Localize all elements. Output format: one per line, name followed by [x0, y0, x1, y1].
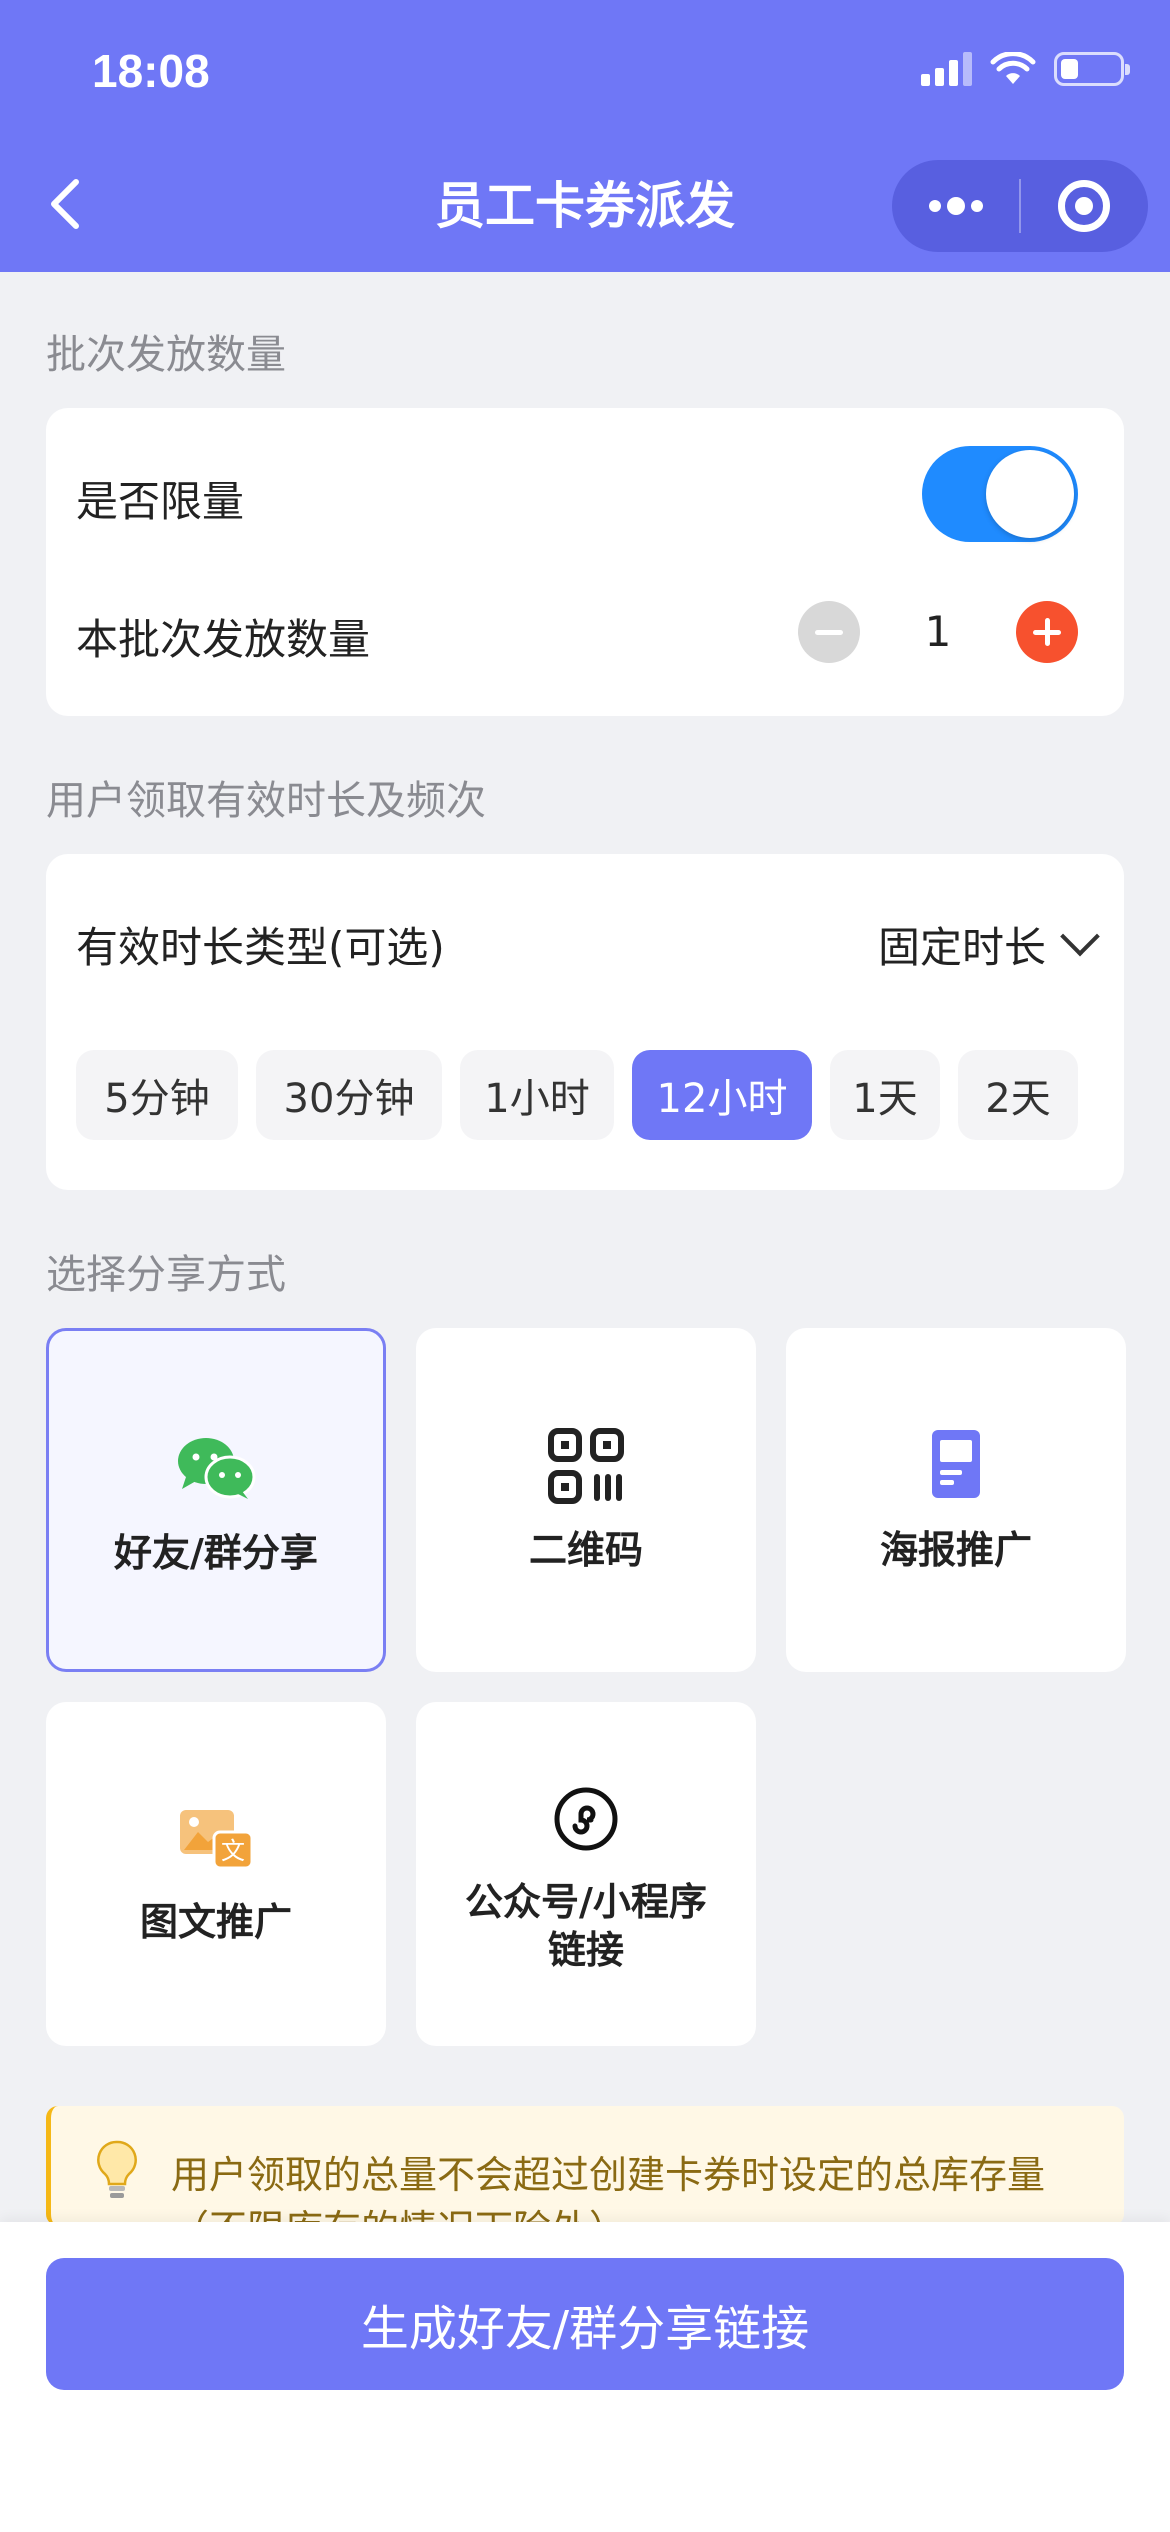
batch-card: 是否限量 本批次发放数量 1 — [46, 408, 1124, 716]
quantity-increment-button[interactable] — [1016, 601, 1078, 663]
more-button[interactable] — [892, 160, 1019, 252]
status-time: 18:08 — [92, 45, 210, 97]
share-option-image-text[interactable]: 文 图文推广 — [46, 1702, 386, 2046]
validity-type-value: 固定时长 — [877, 923, 1046, 972]
svg-text:文: 文 — [221, 1837, 245, 1865]
duration-chip-1h[interactable]: 1小时 — [460, 1050, 614, 1140]
image-text-icon: 文 — [180, 1810, 254, 1870]
duration-chip-30min[interactable]: 30分钟 — [256, 1050, 442, 1140]
section-title-batch: 批次发放数量 — [46, 332, 286, 378]
generate-share-link-button[interactable]: 生成好友/群分享链接 — [46, 2258, 1124, 2390]
close-miniprogram-button[interactable] — [1021, 160, 1148, 252]
limit-label: 是否限量 — [76, 477, 245, 526]
mini-program-capsule — [892, 160, 1148, 252]
share-option-label: 图文推广 — [139, 1900, 292, 1944]
validity-type-dropdown[interactable]: 固定时长 — [877, 914, 1100, 975]
duration-chip-2d[interactable]: 2天 — [958, 1050, 1078, 1140]
status-icons — [921, 52, 1130, 86]
duration-chip-1d[interactable]: 1天 — [830, 1050, 940, 1140]
tip-text: 用户领取的总量不会超过创建卡券时设定的总库存量（不限库存的情况下除外） — [171, 2153, 1046, 2226]
validity-card: 有效时长类型(可选) 固定时长 5分钟 30分钟 1小时 12小时 1天 2天 — [46, 854, 1124, 1190]
share-option-poster[interactable]: 海报推广 — [786, 1328, 1126, 1672]
duration-chip-12h[interactable]: 12小时 — [632, 1050, 812, 1140]
toggle-knob — [986, 450, 1074, 538]
share-option-label: 好友/群分享 — [114, 1531, 318, 1575]
tip-banner: 用户领取的总量不会超过创建卡券时设定的总库存量（不限库存的情况下除外） — [46, 2106, 1124, 2226]
quantity-label: 本批次发放数量 — [76, 615, 371, 664]
share-option-label: 二维码 — [528, 1528, 643, 1572]
more-dots-icon — [928, 197, 983, 215]
header: 18:08 员工卡券派发 — [0, 0, 1170, 272]
share-option-label: 公众号/小程序链接 — [465, 1880, 707, 1972]
poster-icon — [932, 1430, 980, 1498]
duration-chip-5min[interactable]: 5分钟 — [76, 1050, 238, 1140]
lightbulb-icon — [97, 2140, 137, 2198]
validity-type-label: 有效时长类型(可选) — [76, 923, 445, 972]
chevron-down-icon — [1060, 916, 1100, 956]
signal-icon — [921, 52, 972, 86]
target-icon — [1058, 180, 1111, 232]
share-option-label: 海报推广 — [879, 1528, 1032, 1572]
battery-icon — [1054, 52, 1130, 86]
limit-toggle[interactable] — [922, 446, 1078, 542]
quantity-value: 1 — [924, 607, 952, 656]
duration-chips: 5分钟 30分钟 1小时 12小时 1天 2天 — [76, 1050, 1078, 1140]
share-option-qrcode[interactable]: 二维码 — [416, 1328, 756, 1672]
quantity-decrement-button[interactable] — [798, 601, 860, 663]
miniprogram-icon — [554, 1787, 618, 1851]
share-option-friend-group[interactable]: 好友/群分享 — [46, 1328, 386, 1672]
wifi-icon — [990, 52, 1036, 84]
wechat-icon — [178, 1438, 256, 1499]
bottom-action-bar: 生成好友/群分享链接 — [0, 2222, 1170, 2532]
share-option-miniprogram-link[interactable]: 公众号/小程序链接 — [416, 1702, 756, 2046]
qrcode-icon — [548, 1428, 624, 1504]
section-title-validity: 用户领取有效时长及频次 — [46, 778, 486, 824]
section-title-share: 选择分享方式 — [46, 1252, 286, 1298]
